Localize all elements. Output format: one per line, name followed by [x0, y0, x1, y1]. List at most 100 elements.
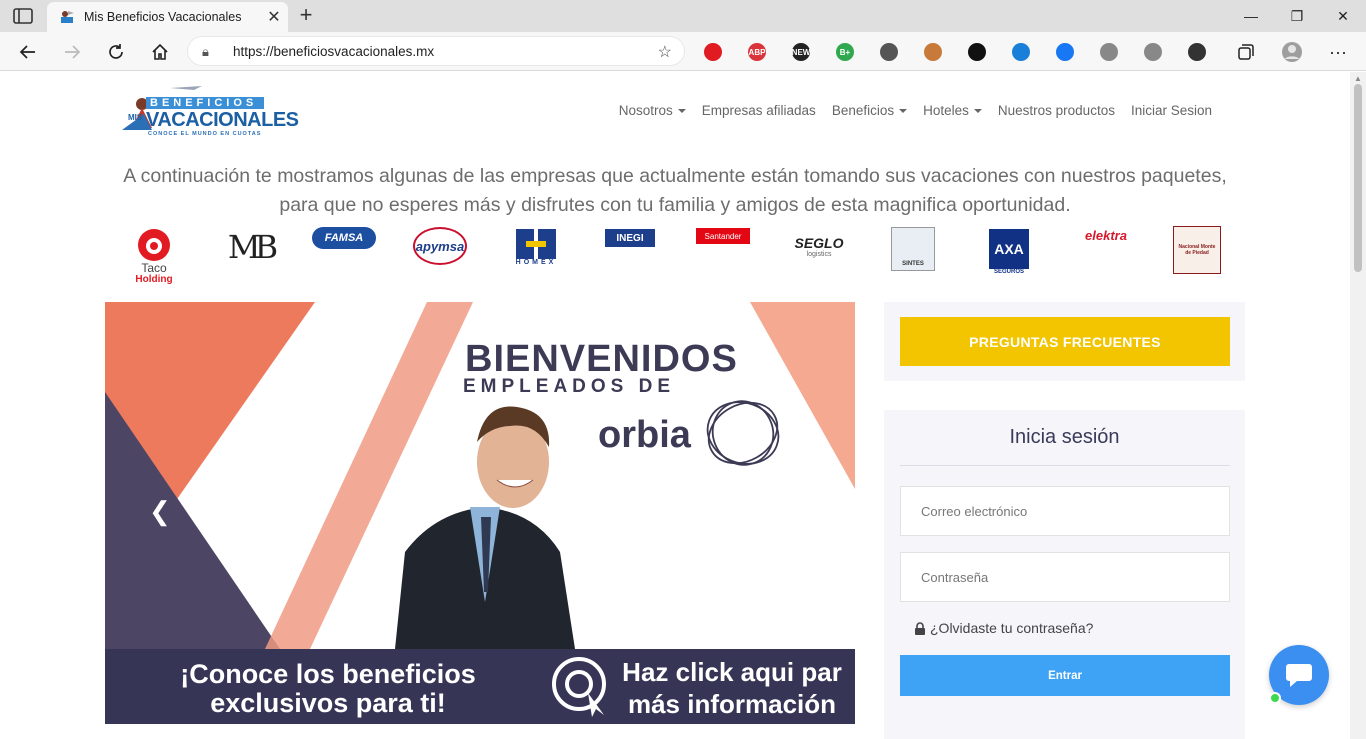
stop-icon[interactable] [704, 43, 722, 61]
chevron-down-icon [899, 109, 908, 114]
nav-nuestros-productos[interactable]: Nuestros productos [990, 103, 1123, 118]
nav-hoteles[interactable]: Hoteles [915, 103, 990, 118]
forgot-password-label: ¿Olvidaste tu contraseña? [930, 620, 1094, 636]
reload-icon[interactable] [102, 38, 130, 66]
screen-icon[interactable] [1012, 43, 1030, 61]
client-text: INEGI [605, 229, 655, 247]
home-icon[interactable] [146, 38, 174, 66]
client-logo-sintes: SINTES [889, 225, 937, 273]
browser-tab[interactable]: Mis Beneficios Vacacionales ✕ [47, 2, 288, 32]
login-divider [900, 465, 1230, 466]
nav-label: Nuestros productos [997, 103, 1115, 118]
nav-iniciar-sesion[interactable]: Iniciar Sesion [1123, 103, 1220, 118]
address-bar[interactable]: 🔒︎ https://beneficiosvacacionales.mx ☆ [187, 36, 685, 66]
client-logo-famsa: FAMSA [311, 225, 377, 251]
client-text: HOMEX [515, 258, 557, 266]
new-tab-icon[interactable]: + [295, 4, 317, 26]
tab-title: Mis Beneficios Vacacionales [84, 10, 242, 24]
magnifier-click-icon [552, 657, 606, 717]
client-text: elektra [1085, 227, 1127, 243]
check-icon[interactable] [1056, 43, 1074, 61]
banner-company: orbia [598, 414, 691, 456]
client-text: AXA [989, 229, 1029, 269]
faq-panel: PREGUNTAS FRECUENTES [884, 302, 1245, 381]
vee2-icon[interactable] [1144, 43, 1162, 61]
banner-right-text[interactable]: Haz click aqui par más información [617, 656, 847, 720]
chevron-down-icon [677, 109, 686, 114]
nav-empresas-afiliadas[interactable]: Empresas afiliadas [694, 103, 824, 118]
client-text: Taco [141, 260, 167, 275]
client-text: apymsa [413, 227, 467, 265]
nav-label: Nosotros [618, 103, 673, 118]
nav-label: Beneficios [831, 103, 895, 118]
login-panel: Inicia sesión ¿Olvidaste tu contraseña? … [884, 410, 1245, 739]
client-text: MB [227, 228, 278, 266]
nav-nosotros[interactable]: Nosotros [611, 103, 694, 118]
client-text: Nacional Monte de Piedad [1173, 226, 1221, 274]
client-text: SEGUROS [993, 269, 1024, 275]
client-text: SINTES [891, 227, 935, 271]
back-icon[interactable] [14, 38, 42, 66]
client-logo-inegi: INEGI [603, 225, 657, 251]
client-logo-monte-de-piedad: Nacional Monte de Piedad [1171, 225, 1223, 275]
news-icon[interactable]: NEW [792, 43, 810, 61]
forward-icon[interactable] [58, 38, 86, 66]
logo-beneficios: BENEFICIOS [150, 97, 258, 109]
client-logos: Taco Holding MB FAMSA apymsa HOMEX INEGI… [125, 225, 1235, 287]
forgot-password-link[interactable]: ¿Olvidaste tu contraseña? [914, 620, 1093, 636]
scrollbar-thumb[interactable] [1354, 84, 1362, 272]
login-title: Inicia sesión [1009, 426, 1120, 448]
client-text: SEGLO [794, 234, 844, 251]
site-logo[interactable]: BENEFICIOS MIS VACACIONALES CONOCE EL MU… [122, 84, 299, 142]
nav-beneficios[interactable]: Beneficios [824, 103, 915, 118]
client-text: FAMSA [312, 227, 376, 249]
abp-icon[interactable]: ABP [748, 43, 766, 61]
banner-left-text: ¡Conoce los beneficios exclusivos para t… [123, 660, 533, 718]
email-field[interactable] [900, 486, 1230, 536]
settings-menu-icon[interactable]: ··· [1324, 38, 1352, 66]
client-logo-santander: Santander [695, 225, 751, 247]
restore-icon[interactable]: ❐ [1274, 0, 1320, 32]
nav-label: Hoteles [923, 103, 969, 118]
browser-tab-bar: Mis Beneficios Vacacionales ✕ + — ❐ ✕ [0, 0, 1366, 32]
client-text: logistics [806, 250, 832, 258]
intro-text: A continuación te mostramos algunas de l… [123, 165, 1227, 216]
bplus-icon[interactable]: B+ [836, 43, 854, 61]
tab-actions-icon[interactable] [13, 8, 33, 24]
carousel-prev-icon[interactable]: ❮ [149, 496, 171, 527]
minimize-icon[interactable]: — [1228, 0, 1274, 32]
browser-toolbar: 🔒︎ https://beneficiosvacacionales.mx ☆ A… [0, 32, 1366, 71]
banner-left-line: exclusivos para ti! [210, 688, 446, 718]
login-submit-button[interactable]: Entrar [900, 655, 1230, 696]
web-page: BENEFICIOS MIS VACACIONALES CONOCE EL MU… [0, 72, 1350, 739]
lock-icon [915, 621, 925, 635]
banner-left-line: ¡Conoce los beneficios [180, 659, 476, 689]
hero-carousel[interactable]: BIENVENIDOS EMPLEADOS DE orbia ❮ ¡Conoce… [105, 302, 855, 724]
logo-mis: MIS [128, 113, 143, 122]
logo-tagline: CONOCE EL MUNDO EN CUOTAS [148, 131, 262, 137]
profile-avatar[interactable] [1278, 38, 1306, 66]
nav-label: Iniciar Sesion [1130, 103, 1212, 118]
vee-icon[interactable] [1100, 43, 1118, 61]
client-text: Holding [135, 273, 173, 285]
scroll-up-icon[interactable]: ▲ [1354, 74, 1362, 83]
hammer-icon[interactable] [924, 43, 942, 61]
password-field[interactable] [900, 552, 1230, 602]
client-logo-homex: HOMEX [509, 225, 563, 269]
favorite-star-icon[interactable]: ☆ [658, 42, 672, 62]
banner-subtitle: EMPLEADOS DE [463, 376, 676, 397]
code-icon[interactable] [880, 43, 898, 61]
tab-close-icon[interactable]: ✕ [260, 7, 288, 27]
close-window-icon[interactable]: ✕ [1320, 0, 1366, 32]
lock-icon: 🔒︎ [202, 44, 209, 59]
collections-icon[interactable] [1232, 38, 1260, 66]
faq-button[interactable]: PREGUNTAS FRECUENTES [900, 317, 1230, 366]
client-text: Santander [696, 228, 750, 244]
client-logo-taco-holding: Taco Holding [133, 225, 175, 287]
chevron-down-icon [973, 109, 982, 114]
foot-icon[interactable] [968, 43, 986, 61]
client-logo-mb: MB [227, 225, 278, 269]
page-scrollbar[interactable]: ▲ [1350, 72, 1366, 739]
puzzle-icon[interactable] [1188, 43, 1206, 61]
client-logo-axa: AXA SEGUROS [987, 225, 1031, 279]
